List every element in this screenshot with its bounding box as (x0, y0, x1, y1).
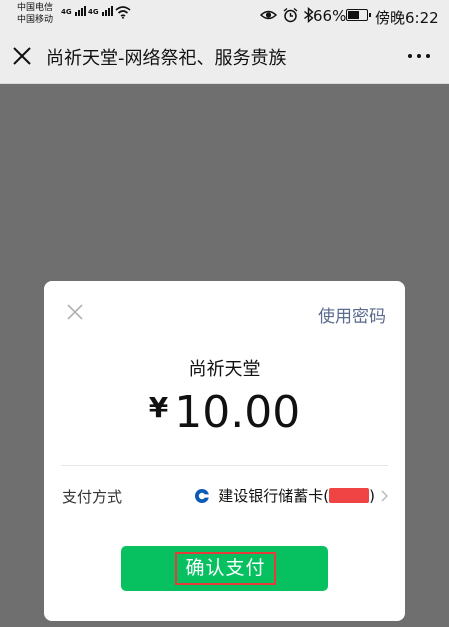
divider (61, 465, 388, 466)
pay-method-selector[interactable]: 建设银行储蓄卡() (194, 485, 388, 506)
confirm-payment-button[interactable]: 确认支付 (121, 546, 328, 591)
page-title: 尚祈天堂-网络祭祀、服务贵族 (46, 48, 287, 69)
alarm-icon (283, 7, 298, 23)
use-password-link[interactable]: 使用密码 (318, 302, 386, 327)
chevron-right-icon (381, 490, 388, 501)
carrier-1: 中国电信 (17, 3, 54, 13)
merchant-name: 尚祈天堂 (188, 359, 261, 380)
eye-icon (260, 10, 277, 20)
confirm-payment-label: 确认支付 (175, 552, 276, 585)
amount-value: 10.00 (174, 387, 301, 438)
more-icon[interactable] (408, 54, 430, 60)
carrier-2: 中国移动 (17, 15, 54, 25)
status-bar: 中国电信 中国移动 4G 4G 66% 傍晚6:22 (0, 0, 449, 30)
ccb-bank-icon (195, 488, 210, 503)
clock-time: 傍晚6:22 (375, 9, 439, 27)
payment-amount: ¥10.00 (44, 387, 405, 438)
wifi-icon (115, 6, 131, 19)
signal-1-icon: 4G (61, 6, 87, 16)
payment-dialog: 使用密码 尚祈天堂 ¥10.00 支付方式 建设银行储蓄卡() 确认支付 (44, 281, 405, 621)
signal-2-tech: 4G (88, 8, 99, 16)
signal-2-icon: 4G (88, 6, 114, 16)
redacted-card-number (329, 488, 370, 503)
battery-percent: 66% (313, 7, 347, 25)
battery-icon (346, 9, 371, 21)
currency-symbol: ¥ (148, 391, 169, 424)
pay-method-suffix: ) (369, 486, 375, 505)
carrier-names: 中国电信 中国移动 (17, 2, 53, 26)
signal-1-tech: 4G (61, 8, 72, 16)
dialog-close-icon[interactable] (66, 303, 84, 321)
pay-method-label: 支付方式 (62, 488, 123, 506)
close-icon[interactable] (13, 47, 31, 65)
nav-bar: 尚祈天堂-网络祭祀、服务贵族 (0, 30, 449, 84)
pay-method-value: 建设银行储蓄卡( (218, 487, 330, 505)
